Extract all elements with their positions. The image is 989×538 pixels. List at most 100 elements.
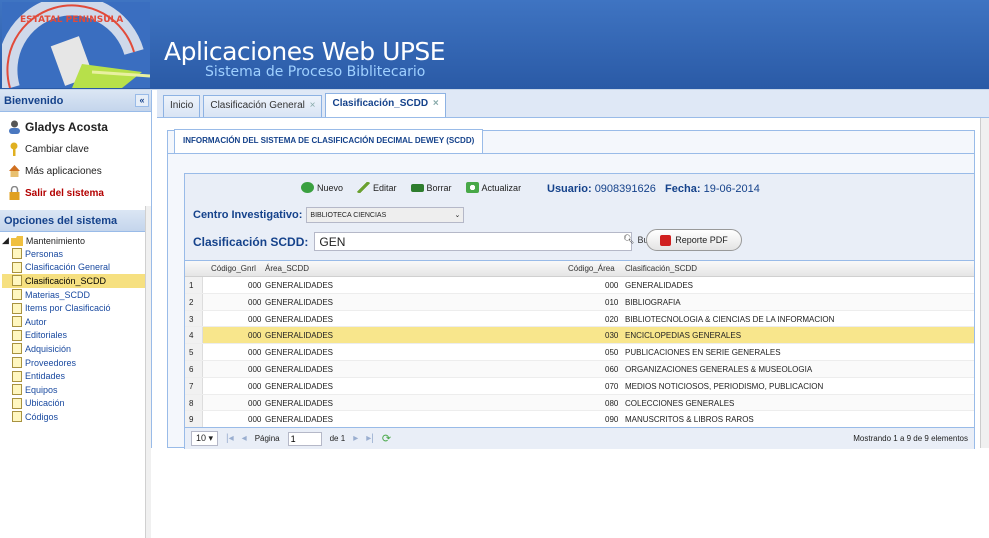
tree-item-equipos[interactable]: Equipos	[2, 383, 151, 397]
col-header-codigo-area[interactable]: Código_Área	[568, 264, 615, 273]
cell-codigo-gnrl: 000	[248, 297, 262, 307]
cell-clasificacion: BIBLIOGRAFIA	[625, 297, 681, 307]
pager: 10 ▾ |◂ ◂ Página de 1 ▸ ▸| ⟳ Mostrando 1…	[185, 427, 974, 449]
pencil-icon	[357, 182, 371, 193]
cell-area: GENERALIDADES	[265, 415, 334, 425]
cell-area: GENERALIDADES	[265, 314, 334, 324]
info-panel-title[interactable]: INFORMACIÓN DEL SISTEMA DE CLASIFICACIÓN…	[174, 129, 484, 153]
tree-item-label: Materias_SCDD	[25, 289, 91, 300]
tab-inicio[interactable]: Inicio	[163, 95, 201, 117]
cell-codigo-area: 050	[605, 348, 619, 358]
document-icon	[12, 411, 22, 423]
page-input[interactable]	[287, 431, 322, 446]
cell-area: GENERALIDADES	[265, 297, 334, 307]
collapse-button[interactable]: «	[135, 94, 149, 107]
page-scrollbar[interactable]	[980, 118, 989, 448]
new-button[interactable]: Nuevo	[301, 182, 343, 193]
tree-item-label: Ubicación	[25, 398, 65, 409]
change-password-link[interactable]: Cambiar clave	[0, 138, 151, 160]
table-row[interactable]: 8 000 GENERALIDADES 080 COLECCIONES GENERALE…	[185, 394, 974, 412]
tab-clasificacion-general[interactable]: Clasificación General ×	[203, 95, 323, 117]
cell-codigo-area: 020	[605, 314, 619, 324]
tree-item-editoriales[interactable]: Editoriales	[2, 329, 151, 343]
more-apps-link[interactable]: Más aplicaciones	[0, 160, 151, 182]
tree-item-clasificacion-scdd[interactable]: Clasificación_SCDD	[2, 274, 151, 288]
row-number: 2	[185, 293, 203, 310]
sidebar-scrollbar[interactable]	[145, 206, 151, 538]
cell-codigo-gnrl: 000	[248, 415, 262, 425]
last-page-icon[interactable]: ▸|	[366, 433, 374, 444]
centro-value: BIBLIOTECA CIENCIAS	[310, 211, 387, 219]
tree-item-autor[interactable]: Autor	[2, 315, 151, 329]
pdf-icon	[660, 234, 672, 246]
col-header-area-scdd[interactable]: Área_SCDD	[265, 264, 309, 273]
row-number: 6	[185, 360, 203, 377]
row-number: 9	[185, 411, 203, 428]
tree-item-adquisicion[interactable]: Adquisición	[2, 342, 151, 356]
logout-link[interactable]: Salir del sistema	[0, 182, 151, 204]
table-row[interactable]: 2 000 GENERALIDADES 010 BIBLIOGRAFIA	[185, 293, 974, 311]
table-row-selected[interactable]: 4 000 GENERALIDADES 030 ENCICLOPEDIAS GENERA…	[185, 327, 974, 345]
tree-item-label: Clasificación General	[25, 262, 111, 273]
tree-item-entidades[interactable]: Entidades	[2, 369, 151, 383]
table-row[interactable]: 1 000 GENERALIDADES 000 GENERALIDADES	[185, 277, 974, 294]
tree-item-label: Items por Clasificació	[25, 303, 111, 314]
divider	[168, 153, 974, 154]
close-icon[interactable]: ×	[310, 100, 316, 111]
tree-item-personas[interactable]: Personas	[2, 247, 151, 261]
cell-clasificacion: MANUSCRITOS & LIBROS RAROS	[625, 415, 754, 425]
table-row[interactable]: 6 000 GENERALIDADES 060 ORGANIZACIONES GENER…	[185, 360, 974, 378]
centro-select[interactable]: BIBLIOTECA CIENCIAS ⌄	[306, 207, 465, 223]
clasificacion-input[interactable]: GEN	[314, 232, 633, 251]
centro-row: Centro Investigativo: BIBLIOTECA CIENCIA…	[193, 207, 465, 223]
cell-codigo-gnrl: 000	[248, 281, 262, 290]
cell-area: GENERALIDADES	[265, 398, 334, 408]
first-page-icon[interactable]: |◂	[226, 433, 234, 444]
refresh-icon[interactable]: ⟳	[382, 432, 391, 445]
cell-codigo-area: 090	[605, 415, 619, 425]
table-row[interactable]: 7 000 GENERALIDADES 070 MEDIOS NOTICIOSOS, P…	[185, 377, 974, 395]
close-icon[interactable]: ×	[433, 98, 439, 109]
tree-root-label: Mantenimiento	[25, 235, 85, 246]
page-size-select[interactable]: 10 ▾	[191, 431, 219, 446]
tab-clasificacion-scdd[interactable]: Clasificación_SCDD ×	[325, 93, 446, 117]
prev-page-icon[interactable]: ◂	[242, 433, 247, 444]
table-row[interactable]: 3 000 GENERALIDADES 020 BIBLIOTECNOLOGIA & C…	[185, 310, 974, 328]
tree-item-materias-scdd[interactable]: Materias_SCDD	[2, 288, 151, 302]
tab-label: Clasificación General	[210, 100, 305, 111]
refresh-button[interactable]: Actualizar	[465, 182, 521, 193]
tree-item-label: Proveedores	[25, 357, 77, 368]
delete-label: Borrar	[426, 182, 452, 193]
tree-root-maintenance[interactable]: ◢ Mantenimiento	[2, 234, 151, 247]
new-label: Nuevo	[317, 182, 344, 193]
row-number: 5	[185, 344, 203, 360]
chevron-down-icon[interactable]: ⌄	[455, 211, 461, 219]
cell-area: GENERALIDADES	[265, 331, 334, 341]
cell-clasificacion: GENERALIDADES	[625, 281, 694, 290]
plus-icon	[301, 182, 314, 193]
more-apps-label: Más aplicaciones	[25, 165, 102, 177]
clasificacion-row: Clasificación SCDD: GEN	[193, 232, 633, 251]
grid-header: Código_Gnrl Área_SCDD Código_Área Clasif…	[185, 261, 974, 277]
form-panel: Nuevo Editar Borrar Actualizar Usuario: …	[184, 173, 975, 449]
tree-item-ubicacion[interactable]: Ubicación	[2, 397, 151, 411]
next-page-icon[interactable]: ▸	[353, 433, 358, 444]
edit-button[interactable]: Editar	[357, 182, 397, 193]
expand-icon[interactable]: ◢	[2, 235, 9, 246]
folder-icon	[10, 235, 24, 246]
document-icon	[12, 329, 22, 341]
col-header-codigo-gnrl[interactable]: Código_Gnrl	[211, 264, 256, 273]
tree-item-items-por-clasificacion[interactable]: Items por Clasificació	[2, 301, 151, 315]
delete-button[interactable]: Borrar	[410, 182, 452, 193]
table-row[interactable]: 9 000 GENERALIDADES 090 MANUSCRITOS & LIBROS…	[185, 411, 974, 429]
info-panel: INFORMACIÓN DEL SISTEMA DE CLASIFICACIÓN…	[167, 129, 975, 449]
col-header-clasificacion-scdd[interactable]: Clasificación_SCDD	[625, 264, 697, 273]
cell-clasificacion: ENCICLOPEDIAS GENERALES	[625, 331, 742, 341]
tree-item-proveedores[interactable]: Proveedores	[2, 356, 151, 370]
pdf-report-button[interactable]: Reporte PDF	[646, 229, 742, 251]
cell-codigo-gnrl: 000	[248, 331, 262, 341]
table-row[interactable]: 5 000 GENERALIDADES 050 PUBLICACIONES EN SER…	[185, 344, 974, 361]
tree-item-codigos[interactable]: Códigos	[2, 410, 151, 424]
cell-codigo-area: 060	[605, 364, 619, 374]
tree-item-clasificacion-general[interactable]: Clasificación General	[2, 261, 151, 275]
